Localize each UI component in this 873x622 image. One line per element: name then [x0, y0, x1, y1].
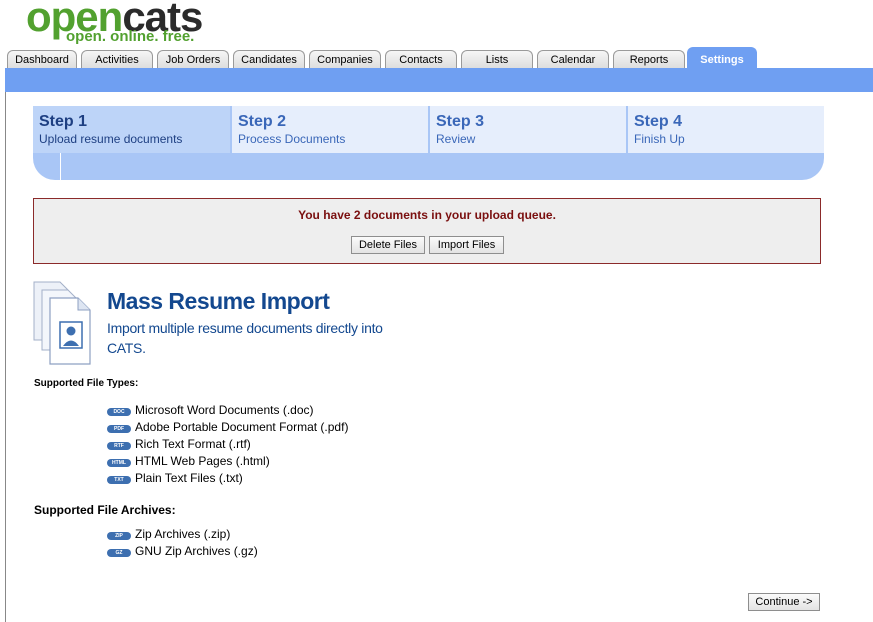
tab-candidates[interactable]: Candidates	[233, 50, 305, 69]
archive-type-gz-label: GNU Zip Archives (.gz)	[135, 544, 258, 558]
doc-file-icon: DOC	[107, 408, 131, 416]
mass-import-documents-icon	[33, 281, 91, 365]
step-4-subtitle: Finish Up	[634, 132, 685, 146]
file-type-rtf: RTF Rich Text Format (.rtf)	[107, 437, 251, 453]
step-1-title: Step 1	[39, 113, 88, 130]
zip-file-icon: ZIP	[107, 532, 131, 540]
tab-calendar[interactable]: Calendar	[537, 50, 609, 69]
file-type-html: HTML HTML Web Pages (.html)	[107, 454, 270, 470]
step-3-title: Step 3	[436, 113, 485, 130]
tab-contacts[interactable]: Contacts	[385, 50, 457, 69]
hero-title: Mass Resume Import	[107, 288, 330, 314]
step-4: Step 4 Finish Up	[628, 106, 824, 153]
step-2-title: Step 2	[238, 113, 287, 130]
step-1-subtitle: Upload resume documents	[39, 132, 183, 146]
tab-job-orders[interactable]: Job Orders	[157, 50, 229, 69]
content-left-border	[5, 92, 6, 622]
import-files-button[interactable]: Import Files	[429, 236, 504, 254]
delete-files-button[interactable]: Delete Files	[351, 236, 425, 254]
continue-button[interactable]: Continue ->	[748, 593, 820, 611]
file-type-pdf-label: Adobe Portable Document Format (.pdf)	[135, 420, 349, 434]
tab-companies[interactable]: Companies	[309, 50, 381, 69]
rtf-file-icon: RTF	[107, 442, 131, 450]
wizard-steps: Step 1 Upload resume documents Step 2 Pr…	[33, 106, 824, 180]
file-type-txt: TXT Plain Text Files (.txt)	[107, 471, 243, 487]
supported-archives-label: Supported File Archives:	[34, 503, 176, 517]
pdf-file-icon: PDF	[107, 425, 131, 433]
step-progress-marker	[60, 153, 61, 180]
hero-description: Import multiple resume documents directl…	[107, 320, 383, 356]
file-type-txt-label: Plain Text Files (.txt)	[135, 471, 243, 485]
archive-type-zip: ZIP Zip Archives (.zip)	[107, 527, 230, 543]
step-1: Step 1 Upload resume documents	[33, 106, 230, 153]
txt-file-icon: TXT	[107, 476, 131, 484]
subnav-bar	[5, 68, 873, 92]
step-4-title: Step 4	[634, 113, 683, 130]
tab-activities[interactable]: Activities	[81, 50, 153, 69]
step-3-subtitle: Review	[436, 132, 476, 146]
step-2: Step 2 Process Documents	[232, 106, 428, 153]
opencats-logo[interactable]: opencats open. online. free.	[26, 0, 226, 46]
tab-dashboard[interactable]: Dashboard	[7, 50, 77, 69]
file-type-doc-label: Microsoft Word Documents (.doc)	[135, 403, 314, 417]
gz-file-icon: GZ	[107, 549, 131, 557]
tab-lists[interactable]: Lists	[461, 50, 533, 69]
upload-queue-message: You have 2 documents in your upload queu…	[298, 208, 556, 222]
tab-settings[interactable]: Settings	[687, 47, 757, 69]
supported-file-types-label: Supported File Types:	[34, 378, 139, 389]
file-type-rtf-label: Rich Text Format (.rtf)	[135, 437, 251, 451]
step-3: Step 3 Review	[430, 106, 626, 153]
archive-type-gz: GZ GNU Zip Archives (.gz)	[107, 544, 258, 560]
file-type-pdf: PDF Adobe Portable Document Format (.pdf)	[107, 420, 348, 436]
archive-type-zip-label: Zip Archives (.zip)	[135, 527, 231, 541]
file-type-doc: DOC Microsoft Word Documents (.doc)	[107, 403, 314, 419]
upload-queue-notice: You have 2 documents in your upload queu…	[33, 198, 821, 264]
file-type-html-label: HTML Web Pages (.html)	[135, 454, 270, 468]
logo-tagline: open. online. free.	[66, 28, 195, 45]
tab-reports[interactable]: Reports	[613, 50, 685, 69]
html-file-icon: HTML	[107, 459, 131, 467]
step-2-subtitle: Process Documents	[238, 132, 346, 146]
